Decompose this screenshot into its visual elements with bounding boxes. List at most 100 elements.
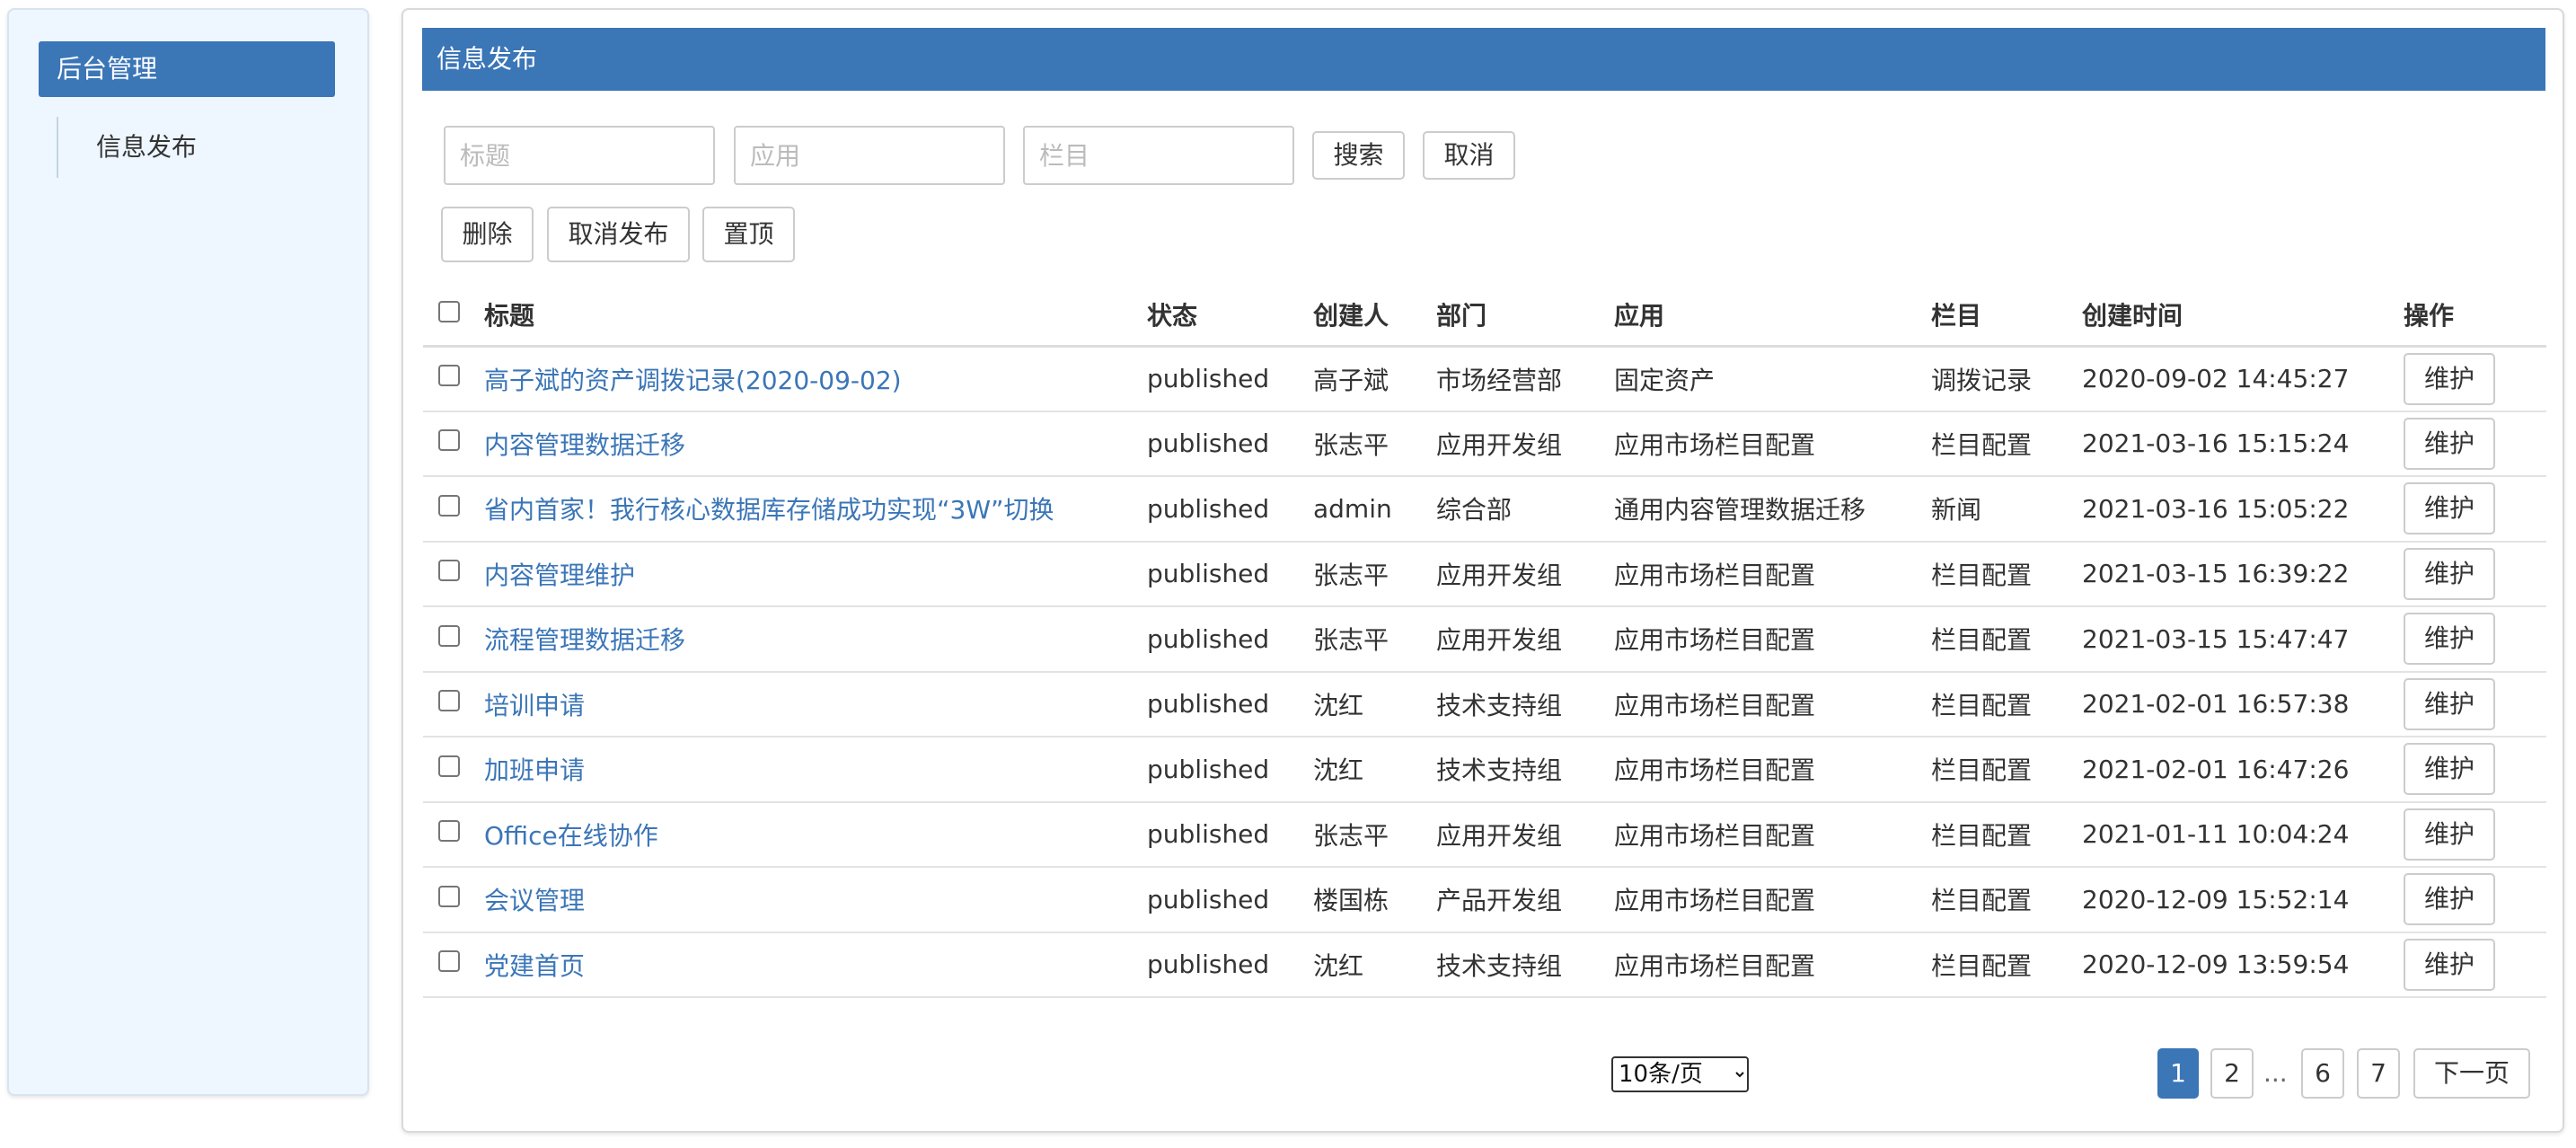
row-creator: 沈红 (1313, 671, 1436, 737)
row-actions-cell: 维护 (2404, 801, 2546, 868)
row-created: 2021-02-01 16:47:26 (2082, 737, 2404, 803)
delete-button[interactable]: 删除 (441, 207, 534, 262)
row-creator: 高子斌 (1313, 346, 1436, 412)
row-checkbox[interactable] (438, 494, 460, 517)
table-row: Office在线协作 published 张志平 应用开发组 应用市场栏目配置 栏目配置 2… (423, 801, 2546, 868)
row-created: 2021-01-11 10:04:24 (2082, 801, 2404, 868)
column-header: 操作 (2404, 285, 2546, 348)
publish-table: 标题 状态 创建人 部门 应用 栏目 创建时间 操作 高子斌的资产调拨记录(20… (423, 285, 2546, 998)
row-title-link[interactable]: 省内首家！我行核心数据库存储成功实现“3W”切换 (484, 476, 1147, 543)
page-button-1[interactable]: 1 (2157, 1048, 2199, 1099)
maintain-button[interactable]: 维护 (2404, 613, 2495, 666)
column-header[interactable]: 标题 (484, 285, 1147, 348)
row-actions-cell: 维护 (2404, 737, 2546, 803)
row-app: 应用市场栏目配置 (1614, 801, 1931, 868)
row-title-link[interactable]: 内容管理数据迁移 (484, 411, 1147, 477)
maintain-button[interactable]: 维护 (2404, 873, 2495, 926)
page-button-6[interactable]: 6 (2301, 1048, 2344, 1099)
row-status: published (1147, 867, 1313, 933)
sidebar-title[interactable]: 后台管理 (39, 41, 335, 97)
row-app: 应用市场栏目配置 (1614, 541, 1931, 607)
row-app: 固定资产 (1614, 346, 1931, 412)
column-filter-input[interactable] (1023, 126, 1294, 185)
row-actions-cell: 维护 (2404, 932, 2546, 998)
row-creator: 张志平 (1313, 411, 1436, 477)
pin-button[interactable]: 置顶 (702, 207, 795, 262)
row-status: published (1147, 801, 1313, 868)
page-size-select[interactable]: 10条/页 (1611, 1056, 1749, 1092)
row-actions-cell: 维护 (2404, 476, 2546, 543)
row-dept: 技术支持组 (1436, 737, 1614, 803)
unpublish-button[interactable]: 取消发布 (547, 207, 690, 262)
row-actions-cell: 维护 (2404, 606, 2546, 673)
row-title-link[interactable]: 高子斌的资产调拨记录(2020-09-02) (484, 346, 1147, 412)
row-column: 栏目配置 (1931, 606, 2082, 673)
row-column: 栏目配置 (1931, 541, 2082, 607)
row-dept: 产品开发组 (1436, 867, 1614, 933)
sidebar-item-info-publish[interactable]: 信息发布 (57, 117, 197, 178)
row-title-link[interactable]: 党建首页 (484, 932, 1147, 998)
row-checkbox[interactable] (438, 560, 460, 582)
row-checkbox[interactable] (438, 755, 460, 777)
row-column: 栏目配置 (1931, 671, 2082, 737)
maintain-button[interactable]: 维护 (2404, 482, 2495, 535)
row-dept: 应用开发组 (1436, 411, 1614, 477)
row-title-link[interactable]: Office在线协作 (484, 801, 1147, 868)
table-row: 省内首家！我行核心数据库存储成功实现“3W”切换 published admin 综合… (423, 476, 2546, 543)
row-created: 2021-03-16 15:05:22 (2082, 476, 2404, 543)
maintain-button[interactable]: 维护 (2404, 547, 2495, 600)
row-column: 栏目配置 (1931, 867, 2082, 933)
row-column: 栏目配置 (1931, 932, 2082, 998)
table-body: 高子斌的资产调拨记录(2020-09-02) published 高子斌 市场经营部固… (423, 346, 2546, 998)
table-row: 会议管理 published 楼国栋 产品开发组 应用市场栏目配置 栏目配置 2020-12… (423, 867, 2546, 933)
row-checkbox[interactable] (438, 624, 460, 647)
row-checkbox[interactable] (438, 820, 460, 843)
row-checkbox[interactable] (438, 690, 460, 712)
column-header[interactable]: 创建时间 (2082, 285, 2404, 348)
row-dept: 技术支持组 (1436, 932, 1614, 998)
row-select-cell (423, 411, 484, 477)
row-app: 通用内容管理数据迁移 (1614, 476, 1931, 543)
column-header[interactable]: 应用 (1614, 285, 1931, 348)
page-ellipsis: ... (2263, 1058, 2288, 1088)
select-all-checkbox[interactable] (438, 300, 460, 322)
next-page-button[interactable]: 下一页 (2413, 1048, 2530, 1099)
row-actions-cell: 维护 (2404, 671, 2546, 737)
row-checkbox[interactable] (438, 885, 460, 907)
maintain-button[interactable]: 维护 (2404, 743, 2495, 796)
table-row: 流程管理数据迁移 published 张志平 应用开发组 应用市场栏目配置 栏目配置 202… (423, 606, 2546, 673)
row-column: 栏目配置 (1931, 737, 2082, 803)
maintain-button[interactable]: 维护 (2404, 938, 2495, 991)
search-button[interactable]: 搜索 (1312, 131, 1405, 180)
row-app: 应用市场栏目配置 (1614, 737, 1931, 803)
row-title-link[interactable]: 内容管理维护 (484, 541, 1147, 607)
column-header[interactable]: 创建人 (1313, 285, 1436, 348)
row-title-link[interactable]: 流程管理数据迁移 (484, 606, 1147, 673)
column-header[interactable]: 栏目 (1931, 285, 2082, 348)
maintain-button[interactable]: 维护 (2404, 352, 2495, 405)
page-button-2[interactable]: 2 (2210, 1048, 2254, 1099)
maintain-button[interactable]: 维护 (2404, 808, 2495, 861)
row-title-link[interactable]: 会议管理 (484, 867, 1147, 933)
panel-title: 信息发布 (422, 28, 2545, 91)
table-row: 培训申请 published 沈红 技术支持组 应用市场栏目配置 栏目配置 2021-02-… (423, 671, 2546, 737)
cancel-button[interactable]: 取消 (1423, 131, 1515, 180)
row-title-link[interactable]: 加班申请 (484, 737, 1147, 803)
column-header[interactable]: 状态 (1147, 285, 1313, 348)
page-button-7[interactable]: 7 (2357, 1048, 2400, 1099)
column-header[interactable]: 部门 (1436, 285, 1614, 348)
row-actions-cell: 维护 (2404, 411, 2546, 477)
row-select-cell (423, 476, 484, 543)
title-filter-input[interactable] (444, 126, 715, 185)
row-created: 2020-09-02 14:45:27 (2082, 346, 2404, 412)
maintain-button[interactable]: 维护 (2404, 677, 2495, 730)
maintain-button[interactable]: 维护 (2404, 417, 2495, 470)
select-all-cell (423, 285, 484, 348)
table-row: 加班申请 published 沈红 技术支持组 应用市场栏目配置 栏目配置 2021-02-… (423, 737, 2546, 803)
row-title-link[interactable]: 培训申请 (484, 671, 1147, 737)
row-checkbox[interactable] (438, 429, 460, 452)
app-filter-input[interactable] (734, 126, 1005, 185)
row-checkbox[interactable] (438, 950, 460, 973)
table-header-row: 标题 状态 创建人 部门 应用 栏目 创建时间 操作 (423, 285, 2546, 348)
row-checkbox[interactable] (438, 365, 460, 386)
